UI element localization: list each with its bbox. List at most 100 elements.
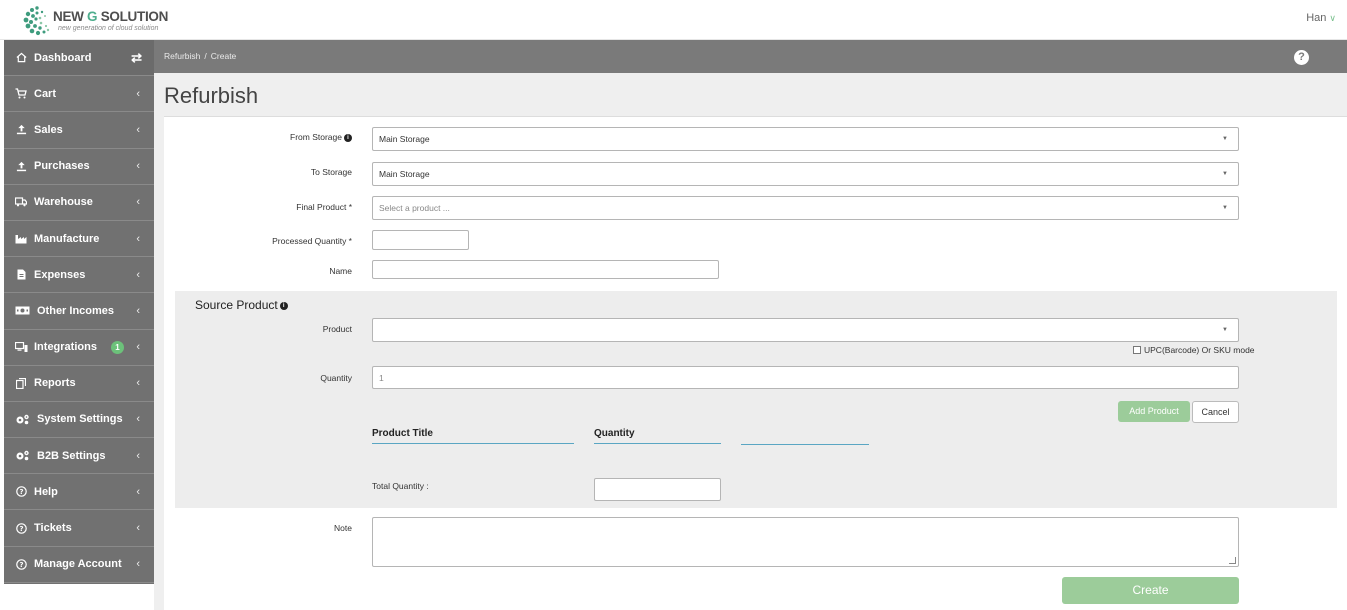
info-icon[interactable]: i <box>344 133 352 142</box>
note-textarea[interactable] <box>372 517 1239 567</box>
upc-mode-label: UPC(Barcode) Or SKU mode <box>1144 345 1255 355</box>
note-label: Note <box>334 523 352 533</box>
help-icon[interactable]: ? <box>1294 50 1309 65</box>
sidebar-item-label: Other Incomes <box>37 304 115 317</box>
notification-badge: 1 <box>110 340 124 354</box>
question-icon: ? <box>14 485 28 499</box>
swap-icon[interactable]: ⇄ <box>131 50 142 66</box>
sidebar-item-label: Tickets <box>34 522 72 535</box>
caret-down-icon: ▼ <box>1222 171 1228 177</box>
upload-icon <box>14 159 28 173</box>
sidebar-item-label: Integrations <box>34 341 97 354</box>
sidebar-item-tickets[interactable]: ? Tickets ‹ <box>4 510 154 547</box>
copy-icon <box>14 376 28 390</box>
chevron-left-icon: ‹ <box>136 123 140 136</box>
sidebar-item-label: Manufacture <box>34 232 100 245</box>
from-storage-value: Main Storage <box>379 134 430 144</box>
sidebar-item-help[interactable]: ? Help ‹ <box>4 474 154 511</box>
sidebar-item-b2b-settings[interactable]: B2B Settings ‹ <box>4 438 154 475</box>
user-menu[interactable]: Han ∨ <box>1306 12 1336 24</box>
add-product-button[interactable]: Add Product <box>1118 401 1190 422</box>
sidebar-item-label: Purchases <box>34 160 90 173</box>
svg-text:?: ? <box>19 525 23 533</box>
sidebar-item-reports[interactable]: Reports ‹ <box>4 366 154 402</box>
breadcrumb: Refurbish / Create <box>164 51 236 61</box>
chevron-left-icon: ‹ <box>136 377 140 390</box>
breadcrumb-parent-link[interactable]: Refurbish <box>164 51 200 61</box>
name-label: Name <box>329 266 352 276</box>
upload-icon <box>14 123 28 137</box>
sidebar-item-label: Reports <box>34 377 76 390</box>
sidebar-item-purchases[interactable]: Purchases ‹ <box>4 149 154 185</box>
chevron-left-icon: ‹ <box>136 304 140 317</box>
svg-text:?: ? <box>19 488 23 496</box>
home-icon <box>14 51 28 65</box>
name-input[interactable] <box>372 260 719 279</box>
sidebar-item-manage-account[interactable]: ? Manage Account ‹ <box>4 547 154 583</box>
total-quantity-field <box>594 478 721 501</box>
sidebar-item-sales[interactable]: Sales ‹ <box>4 112 154 149</box>
from-storage-label: From Storage i <box>172 132 352 142</box>
final-product-select[interactable]: Select a product ... ▼ <box>372 196 1239 220</box>
sidebar-item-label: Sales <box>34 123 63 136</box>
main-content: Refurbish From Storage i Main Storage ▼ T… <box>154 73 1347 610</box>
chevron-left-icon: ‹ <box>136 449 140 462</box>
chevron-left-icon: ‹ <box>136 413 140 426</box>
sidebar-item-label: Dashboard <box>34 51 92 64</box>
caret-down-icon: ▼ <box>1222 327 1228 333</box>
sidebar-item-label: B2B Settings <box>37 449 106 462</box>
sidebar-item-other-incomes[interactable]: Other Incomes ‹ <box>4 293 154 330</box>
source-product-select[interactable]: ▼ <box>372 318 1239 342</box>
chevron-left-icon: ‹ <box>136 558 140 571</box>
money-icon <box>14 304 31 318</box>
resize-handle-icon[interactable] <box>1229 557 1236 564</box>
sidebar-item-expenses[interactable]: Expenses ‹ <box>4 257 154 294</box>
processed-quantity-input[interactable] <box>372 230 469 250</box>
sidebar-item-label: System Settings <box>37 413 123 426</box>
sidebar-item-dashboard[interactable]: Dashboard ⇄ <box>4 40 154 77</box>
sidebar-item-integrations[interactable]: Integrations 1 ‹ <box>4 330 154 366</box>
chevron-left-icon: ‹ <box>136 232 140 245</box>
refurbish-form: From Storage i Main Storage ▼ To Storage … <box>164 116 1347 610</box>
from-storage-select[interactable]: Main Storage ▼ <box>372 127 1239 151</box>
devices-icon <box>14 340 28 354</box>
source-quantity-input[interactable]: 1 <box>372 366 1239 389</box>
total-quantity-label: Total Quantity : <box>372 481 429 491</box>
breadcrumb-current: Create <box>210 51 237 61</box>
sidebar-item-label: Expenses <box>34 268 86 281</box>
product-label: Product <box>322 324 352 334</box>
svg-text:?: ? <box>19 561 23 569</box>
file-icon <box>14 268 28 282</box>
chevron-left-icon: ‹ <box>136 196 140 209</box>
create-button[interactable]: Create <box>1062 577 1239 604</box>
sidebar-item-warehouse[interactable]: Warehouse ‹ <box>4 185 154 221</box>
quantity-label: Quantity <box>320 373 352 383</box>
to-storage-label: To Storage <box>310 167 352 177</box>
breadcrumb-separator: / <box>204 51 207 61</box>
logo-mark-icon <box>23 6 50 36</box>
breadcrumb-bar: Refurbish / Create ? <box>154 40 1347 73</box>
final-product-placeholder: Select a product ... <box>379 203 450 213</box>
upc-mode-checkbox[interactable]: UPC(Barcode) Or SKU mode <box>1133 345 1255 355</box>
sidebar-item-label: Cart <box>34 87 57 100</box>
sidebar-item-cart[interactable]: Cart ‹ <box>4 76 154 113</box>
sidebar-item-manufacture[interactable]: Manufacture ‹ <box>4 221 154 258</box>
source-product-section: Source Product i Product ▼ UPC(Barcode) O… <box>175 291 1337 508</box>
checkbox-icon <box>1133 346 1141 354</box>
sidebar-item-system-settings[interactable]: System Settings ‹ <box>4 402 154 439</box>
cancel-button[interactable]: Cancel <box>1192 401 1239 423</box>
column-quantity: Quantity <box>594 428 721 444</box>
sidebar-item-label: Warehouse <box>34 196 93 209</box>
top-bar: NEW G SOLUTION new generation of cloud s… <box>0 0 1347 40</box>
info-icon[interactable]: i <box>279 301 288 310</box>
sidebar-item-label: Help <box>34 485 58 498</box>
chevron-down-icon: ∨ <box>1329 13 1336 23</box>
chevron-left-icon: ‹ <box>136 522 140 535</box>
chevron-left-icon: ‹ <box>136 485 140 498</box>
to-storage-select[interactable]: Main Storage ▼ <box>372 162 1239 186</box>
cogs-icon <box>14 412 31 426</box>
brand-logo[interactable]: NEW G SOLUTION new generation of cloud s… <box>22 4 168 37</box>
brand-tagline: new generation of cloud solution <box>58 25 159 32</box>
cart-icon <box>14 87 28 101</box>
column-actions <box>741 428 869 445</box>
